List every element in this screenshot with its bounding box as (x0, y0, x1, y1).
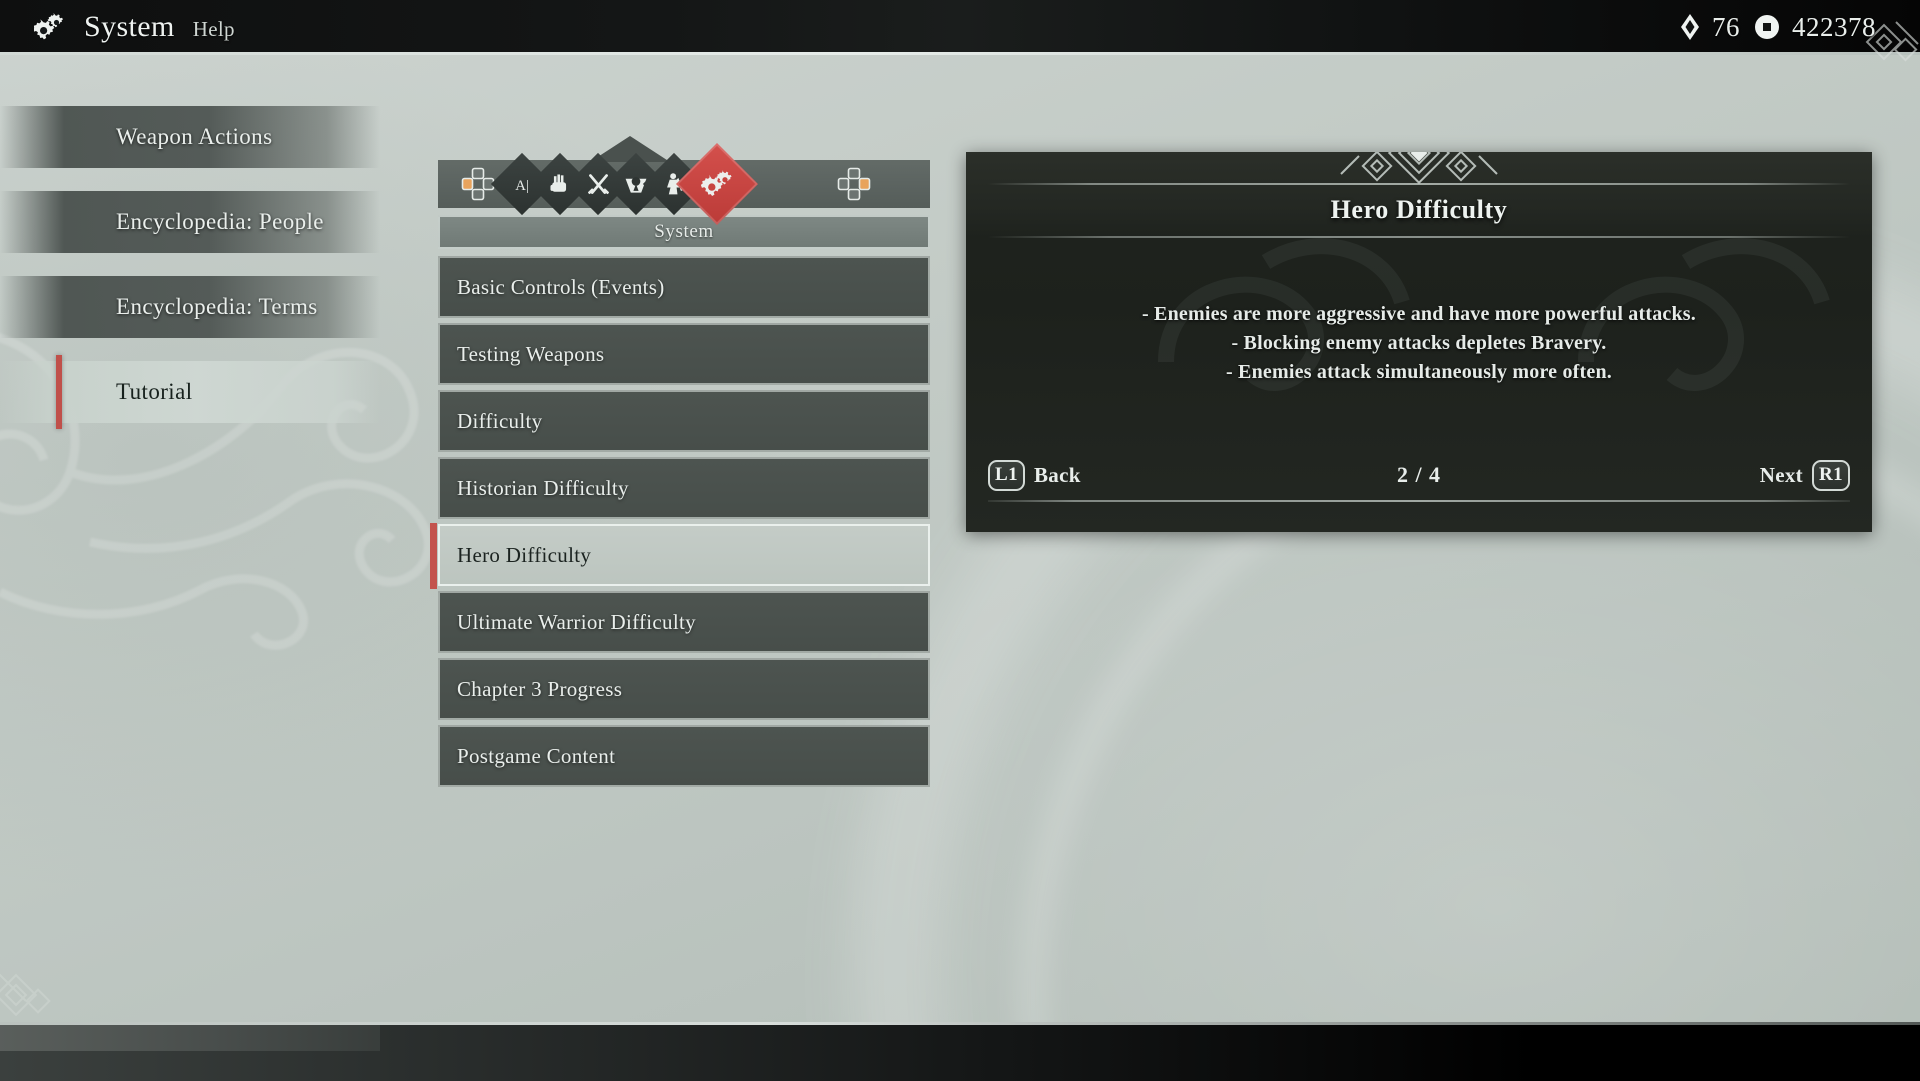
back-label: Back (1033, 462, 1081, 487)
next-control[interactable]: Next R1 (1759, 459, 1850, 491)
sidebar-item-encyclopedia-terms[interactable]: Encyclopedia: Terms (0, 276, 380, 338)
list-item-chapter-3-progress[interactable]: Chapter 3 Progress (438, 658, 930, 720)
detail-footer: L1 Back 2 / 4 Next R1 (966, 452, 1872, 502)
sidebar-item-label: Encyclopedia: Terms (116, 294, 318, 319)
sidebar-item-label: Encyclopedia: People (116, 209, 324, 234)
list-item-label: Postgame Content (457, 743, 616, 768)
selection-accent-bar (430, 523, 437, 589)
list-header: System (438, 215, 930, 249)
sidebar-item-label: Weapon Actions (116, 124, 273, 149)
detail-line: - Enemies attack simultaneously more oft… (1226, 361, 1612, 383)
corner-diamond-decoration-bottom-left (0, 967, 86, 1037)
center-column: A| System Basic Controls (Events) Testin… (430, 136, 930, 792)
list-item-basic-controls[interactable]: Basic Controls (Events) (438, 256, 930, 318)
page-indicator: 2 / 4 (1396, 462, 1442, 487)
diamond-ornament-icon (1299, 152, 1539, 188)
list-item-postgame-content[interactable]: Postgame Content (438, 725, 930, 787)
hud-left-group: System Help (32, 4, 235, 50)
svg-text:A|: A| (515, 178, 529, 194)
category-tab-bar: A| (438, 136, 930, 226)
gears-icon (32, 12, 66, 42)
detail-panel: Hero Difficulty - Enemies are more aggre… (966, 152, 1872, 532)
gears-icon (698, 165, 736, 203)
top-letterbox-bar (0, 0, 1920, 55)
hud-help-label[interactable]: Help (193, 12, 235, 42)
game-menu-screen: System Help 76 422378 Weapon Actions Enc… (0, 0, 1920, 1081)
coin-stat: 422378 (1754, 12, 1876, 43)
detail-line: - Enemies are more aggressive and have m… (1142, 303, 1696, 325)
tutorial-list: Basic Controls (Events) Testing Weapons … (430, 256, 930, 787)
list-item-ultimate-warrior-difficulty[interactable]: Ultimate Warrior Difficulty (438, 591, 930, 653)
r1-button-icon[interactable]: R1 (1811, 459, 1850, 491)
list-item-historian-difficulty[interactable]: Historian Difficulty (438, 457, 930, 519)
detail-line: - Blocking enemy attacks depletes Braver… (1231, 332, 1607, 354)
list-item-testing-weapons[interactable]: Testing Weapons (438, 323, 930, 385)
list-item-label: Testing Weapons (457, 341, 605, 366)
dpad-right-icon[interactable] (837, 167, 871, 201)
tab-diamond-group: A| (490, 142, 759, 226)
list-item-label: Hero Difficulty (457, 542, 592, 567)
gem-icon (1680, 14, 1700, 40)
coin-icon (1754, 14, 1780, 40)
list-item-label: Difficulty (457, 408, 543, 433)
sidebar-item-label: Tutorial (116, 379, 193, 404)
sidebar-item-encyclopedia-people[interactable]: Encyclopedia: People (0, 191, 380, 253)
detail-body: - Enemies are more aggressive and have m… (966, 238, 1872, 387)
sidebar: Weapon Actions Encyclopedia: People Ency… (0, 106, 380, 446)
list-item-label: Basic Controls (Events) (457, 274, 665, 299)
next-label: Next (1759, 462, 1803, 487)
coin-value: 422378 (1792, 11, 1876, 42)
hud-right-group: 76 422378 (1680, 4, 1876, 50)
sidebar-item-weapon-actions[interactable]: Weapon Actions (0, 106, 380, 168)
selection-accent-bar (56, 355, 62, 429)
gem-stat: 76 (1680, 12, 1740, 43)
list-item-label: Historian Difficulty (457, 475, 629, 500)
list-item-difficulty[interactable]: Difficulty (438, 390, 930, 452)
back-control[interactable]: L1 Back (988, 459, 1081, 491)
detail-title: Hero Difficulty (1330, 195, 1508, 224)
bottom-letterbox-bar (0, 1022, 1920, 1081)
hud-system-title: System (84, 10, 175, 43)
gem-value: 76 (1712, 11, 1740, 42)
l1-button-icon[interactable]: L1 (988, 459, 1025, 491)
sidebar-item-tutorial[interactable]: Tutorial (0, 355, 380, 429)
list-item-hero-difficulty[interactable]: Hero Difficulty (430, 523, 930, 589)
list-item-label: Chapter 3 Progress (457, 676, 623, 701)
list-item-label: Ultimate Warrior Difficulty (457, 609, 696, 634)
